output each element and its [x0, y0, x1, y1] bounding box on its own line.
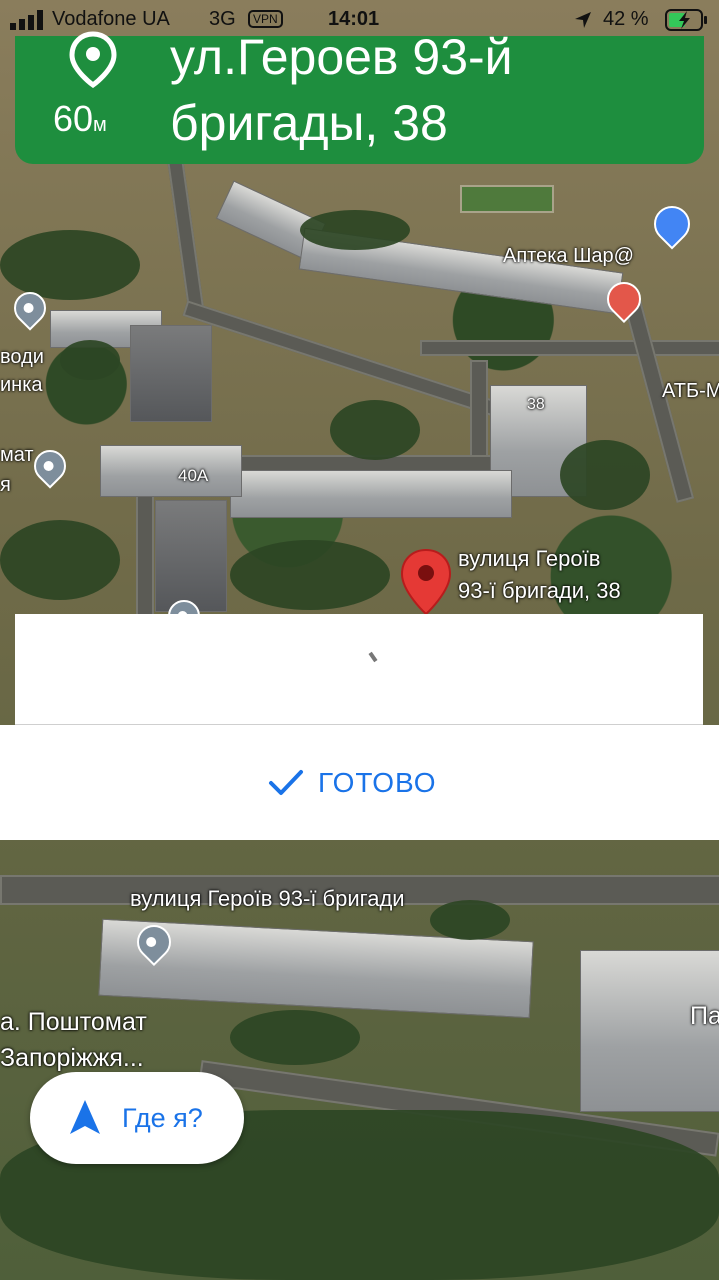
- poi-label-partial[interactable]: мат: [0, 444, 34, 467]
- poi-label-partial[interactable]: инка: [0, 374, 43, 397]
- sports-field: [460, 185, 554, 213]
- building: [130, 325, 212, 422]
- road: [167, 159, 205, 315]
- loading-panel: [15, 614, 703, 726]
- ready-button[interactable]: ГОТОВО: [268, 761, 437, 805]
- tree: [0, 230, 140, 300]
- destination-street: ул.Героев 93-й бригады, 38: [170, 29, 513, 151]
- poi-label-poshtomat[interactable]: Запоріжжя...: [0, 1044, 144, 1073]
- navigation-arrow-icon: [70, 1100, 100, 1134]
- house-number-label: 38: [527, 396, 545, 413]
- navigation-banner[interactable]: 60м ул.Героев 93-й бригады, 38: [15, 29, 704, 164]
- ready-button-label: ГОТОВО: [318, 767, 437, 798]
- ready-bar: ГОТОВО: [0, 725, 719, 840]
- poi-label-atb[interactable]: АТБ-М: [662, 380, 719, 403]
- carrier-name: Vodafone UA: [52, 8, 170, 30]
- destination-label[interactable]: 93-ї бригади, 38: [458, 578, 621, 604]
- tree: [230, 1010, 360, 1065]
- building: [155, 500, 227, 612]
- loading-spinner-icon: [368, 651, 378, 663]
- where-am-i-button[interactable]: Где я?: [30, 1072, 244, 1164]
- where-am-i-label: Где я?: [122, 1103, 203, 1133]
- building: [580, 950, 719, 1112]
- poi-label-partial[interactable]: Па: [690, 1002, 719, 1031]
- tree: [0, 520, 120, 600]
- poi-label-poshtomat[interactable]: а. Поштомат: [0, 1008, 147, 1037]
- tree: [300, 210, 410, 250]
- destination-label[interactable]: вулиця Героїв: [458, 546, 600, 572]
- signal-icon: [10, 10, 43, 30]
- building: [100, 445, 242, 497]
- tree: [560, 440, 650, 510]
- house-number-label: 40А: [178, 466, 209, 485]
- checkmark-icon: [269, 770, 303, 795]
- distance-value: 60: [53, 98, 94, 139]
- street-label: вулиця Героїв 93-ї бригади: [130, 886, 405, 911]
- destination-marker-icon[interactable]: [400, 548, 452, 616]
- location-pin-icon: [69, 31, 117, 88]
- tree: [430, 900, 510, 940]
- building: [230, 470, 512, 518]
- poi-label-partial[interactable]: води: [0, 346, 44, 369]
- tree: [330, 400, 420, 460]
- distance-unit: м: [93, 114, 107, 136]
- tree: [60, 340, 120, 380]
- tree: [230, 540, 390, 610]
- road: [182, 300, 506, 419]
- distance-readout: 60м: [53, 98, 107, 140]
- poi-label-pharmacy[interactable]: Аптека Шар@: [503, 245, 634, 268]
- poi-label-partial[interactable]: я: [0, 474, 11, 497]
- road: [420, 340, 719, 356]
- shopping-bag-icon[interactable]: [646, 198, 698, 250]
- map-pin-icon[interactable]: [27, 443, 73, 489]
